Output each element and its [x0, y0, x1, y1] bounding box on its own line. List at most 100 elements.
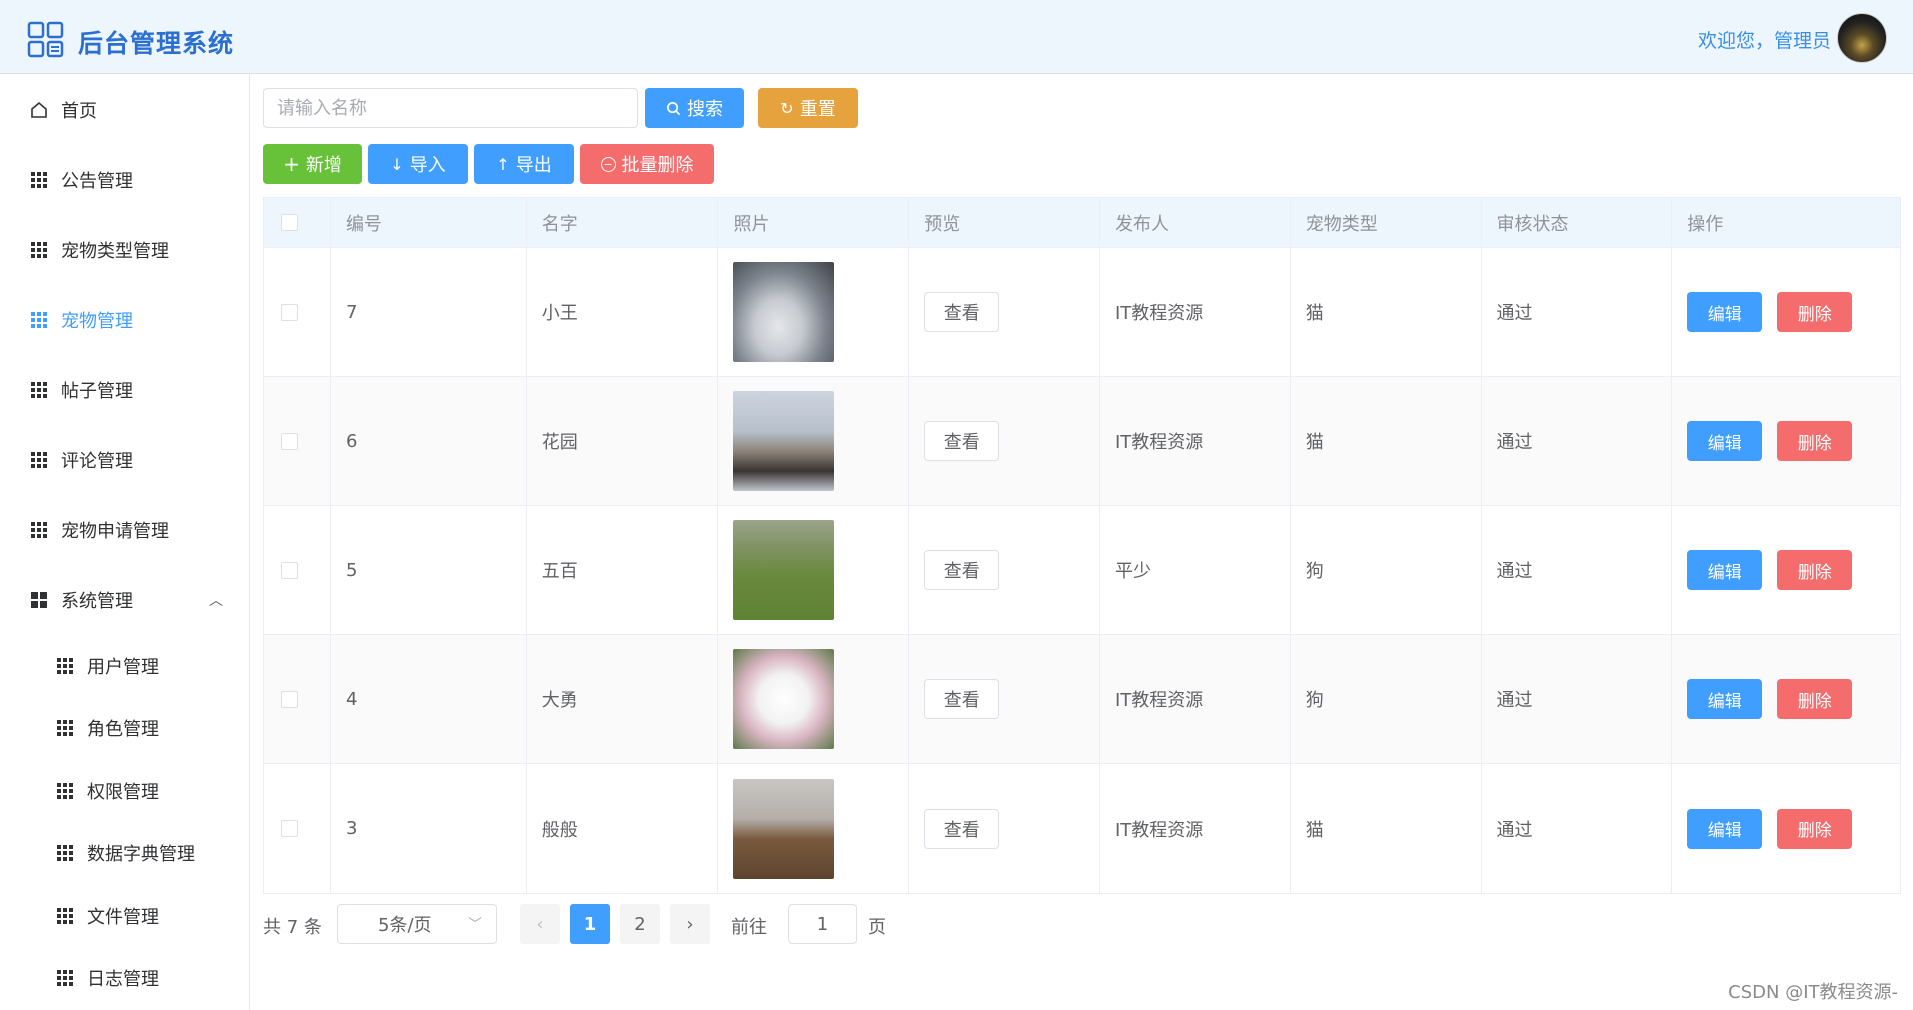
sidebar-subitem-log[interactable]: 日志管理 [0, 958, 249, 998]
cell-id: 5 [331, 506, 527, 634]
sidebar-item-label: 首页 [61, 101, 97, 122]
batch-delete-button[interactable]: − 批量删除 [580, 144, 714, 184]
cell-pet-type: 狗 [1291, 635, 1482, 763]
row-checkbox[interactable] [281, 303, 298, 321]
cell-id: 6 [331, 377, 527, 505]
sidebar-item-label: 宠物申请管理 [61, 521, 169, 542]
sidebar-item-pet[interactable]: 宠物管理 [0, 300, 249, 340]
search-button-label: 搜索 [687, 99, 723, 120]
page-suffix-label: 页 [868, 917, 886, 938]
goto-label: 前往 [731, 917, 767, 938]
select-all-checkbox[interactable] [281, 214, 298, 231]
grid-icon [29, 240, 49, 260]
view-button[interactable]: 查看 [924, 808, 1000, 849]
grid-icon [55, 656, 75, 676]
sidebar-subitem-user[interactable]: 用户管理 [0, 646, 249, 686]
sidebar-item-label: 系统管理 [61, 591, 133, 612]
cell-publisher: IT教程资源 [1100, 764, 1291, 893]
page-number[interactable]: 2 [620, 904, 660, 944]
cell-actions: 编辑 删除 [1672, 506, 1900, 634]
page-number[interactable]: 1 [570, 904, 610, 944]
chevron-left-icon: ‹ [536, 913, 544, 935]
sidebar-item-home[interactable]: 首页 [0, 90, 249, 130]
row-checkbox-cell [264, 248, 331, 376]
cell-preview: 查看 [909, 506, 1100, 634]
cell-actions: 编辑 删除 [1672, 764, 1900, 893]
import-button[interactable]: ↓ 导入 [368, 144, 468, 184]
sidebar-subitem-role[interactable]: 角色管理 [0, 708, 249, 748]
export-button-label: 导出 [515, 155, 552, 176]
next-page-button[interactable]: › [670, 904, 710, 944]
sidebar-subitem-file[interactable]: 文件管理 [0, 896, 249, 936]
prev-page-button[interactable]: ‹ [520, 904, 560, 944]
menu-icon [29, 590, 49, 610]
edit-button[interactable]: 编辑 [1687, 421, 1763, 461]
search-input[interactable] [263, 88, 638, 128]
delete-button[interactable]: 删除 [1777, 421, 1853, 461]
cell-id: 4 [331, 635, 527, 763]
pet-photo [733, 391, 835, 491]
row-checkbox[interactable] [281, 820, 298, 837]
cell-pet-type: 狗 [1291, 506, 1482, 634]
row-checkbox[interactable] [281, 690, 298, 708]
row-checkbox-cell [264, 506, 331, 634]
table-row: 3 般般 查看 IT教程资源 猫 通过 编辑 删除 [264, 764, 1900, 893]
cell-photo [718, 506, 910, 634]
delete-button[interactable]: 删除 [1777, 808, 1853, 849]
sidebar-item-post[interactable]: 帖子管理 [0, 370, 249, 410]
row-checkbox[interactable] [281, 561, 298, 579]
batch-delete-button-label: 批量删除 [621, 155, 694, 176]
sidebar-item-comment[interactable]: 评论管理 [0, 440, 249, 480]
cell-status: 通过 [1482, 635, 1673, 763]
search-icon [667, 101, 681, 115]
goto-page-input[interactable] [788, 904, 857, 944]
edit-button[interactable]: 编辑 [1687, 550, 1763, 590]
cell-preview: 查看 [909, 377, 1100, 505]
edit-button[interactable]: 编辑 [1687, 808, 1763, 849]
cell-actions: 编辑 删除 [1672, 377, 1900, 505]
cell-status: 通过 [1482, 377, 1673, 505]
cell-photo [718, 248, 910, 376]
sidebar-subitem-permission[interactable]: 权限管理 [0, 771, 249, 811]
row-checkbox[interactable] [281, 432, 298, 450]
table-row: 5 五百 查看 平少 狗 通过 编辑 删除 [264, 506, 1900, 635]
header-name: 名字 [527, 198, 719, 247]
export-button[interactable]: ↑ 导出 [474, 144, 574, 184]
table-row: 7 小王 查看 IT教程资源 猫 通过 编辑 删除 [264, 248, 1900, 377]
avatar[interactable] [1837, 13, 1887, 63]
sidebar-item-label: 评论管理 [61, 451, 133, 472]
header-status: 审核状态 [1482, 198, 1673, 247]
header-publisher: 发布人 [1100, 198, 1291, 247]
edit-button[interactable]: 编辑 [1687, 292, 1763, 332]
sidebar-item-pet-apply[interactable]: 宠物申请管理 [0, 510, 249, 550]
cell-id: 7 [331, 248, 527, 376]
page-size-select[interactable]: 5条/页 ﹀ [337, 904, 497, 944]
table-header: 编号 名字 照片 预览 发布人 宠物类型 审核状态 操作 [264, 198, 1900, 248]
sidebar-subitem-dict[interactable]: 数据字典管理 [0, 833, 249, 873]
sidebar-item-label: 数据字典管理 [87, 844, 195, 865]
edit-button[interactable]: 编辑 [1687, 679, 1763, 719]
reset-button[interactable]: ↻ 重置 [758, 88, 858, 128]
view-button[interactable]: 查看 [924, 421, 1000, 461]
delete-button[interactable]: 删除 [1777, 679, 1853, 719]
cell-publisher: IT教程资源 [1100, 635, 1291, 763]
sidebar-item-pet-type[interactable]: 宠物类型管理 [0, 230, 249, 270]
sidebar-item-notice[interactable]: 公告管理 [0, 160, 249, 200]
add-button[interactable]: + 新增 [263, 144, 362, 184]
search-button[interactable]: 搜索 [645, 88, 744, 128]
import-button-label: 导入 [409, 155, 446, 176]
grid-icon [55, 718, 75, 738]
chevron-down-icon: ﹀ [468, 917, 482, 933]
grid-icon [29, 520, 49, 540]
sidebar-item-label: 宠物管理 [61, 311, 133, 332]
header-actions: 操作 [1687, 213, 1724, 235]
delete-button[interactable]: 删除 [1777, 550, 1853, 590]
grid-icon [29, 450, 49, 470]
delete-button[interactable]: 删除 [1777, 292, 1853, 332]
pet-table: 编号 名字 照片 预览 发布人 宠物类型 审核状态 操作 7 小王 查看 IT教… [263, 197, 1901, 894]
grid-icon [55, 843, 75, 863]
view-button[interactable]: 查看 [924, 550, 1000, 590]
sidebar-item-system[interactable]: 系统管理 ︿ [0, 580, 249, 620]
view-button[interactable]: 查看 [924, 679, 1000, 719]
view-button[interactable]: 查看 [924, 292, 1000, 332]
